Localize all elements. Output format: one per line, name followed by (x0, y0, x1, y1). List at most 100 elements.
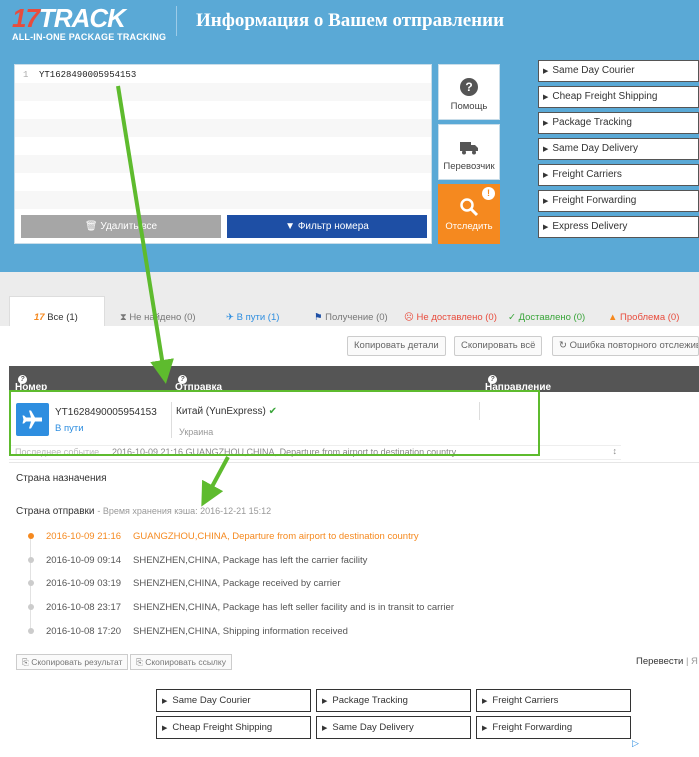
col-number-header: Номер (статус)? (15, 374, 54, 404)
ad-link[interactable]: ▶ Cheap Freight Shipping (156, 716, 311, 739)
destination-country-heading: Страна назначения (16, 473, 107, 484)
ad-link[interactable]: ▶ Same Day Delivery (538, 138, 699, 160)
event-text: SHENZHEN,CHINA, Package received by carr… (133, 578, 341, 589)
ad-link[interactable]: ▶ Same Day Delivery (316, 716, 471, 739)
tab-not-found[interactable]: ⧗ Не найдено (0) (120, 312, 196, 323)
ad-link-label: Cheap Freight Shipping (552, 91, 658, 102)
tracking-event: 2016-10-08 23:17 SHENZHEN,CHINA, Package … (46, 602, 454, 613)
timeline-dot (28, 604, 34, 610)
track-label: Отследить (445, 221, 493, 232)
translate-button[interactable]: Перевести | Я (636, 656, 698, 667)
tab-delivered[interactable]: ✓ Доставлено (0) (508, 312, 585, 323)
tracking-event: 2016-10-09 09:14 SHENZHEN,CHINA, Package … (46, 555, 367, 566)
translate-label: Перевести (636, 656, 684, 667)
triangle-icon: ▶ (322, 725, 328, 732)
adchoices-icon[interactable]: ▷ (632, 738, 639, 749)
copy-all-button[interactable]: Скопировать всё (454, 336, 543, 356)
tracking-event: 2016-10-09 03:19 SHENZHEN,CHINA, Package … (46, 578, 340, 589)
ad-link[interactable]: ▶ Same Day Courier (538, 60, 699, 82)
ad-link-label: Package Tracking (552, 117, 632, 128)
event-text: SHENZHEN,CHINA, Package has left the car… (133, 555, 368, 566)
tab-problem[interactable]: ▲ Проблема (0) (608, 312, 679, 323)
filter-numbers-button[interactable]: ▼ Фильтр номера (227, 215, 427, 238)
tracking-number-input[interactable]: 1 YT1628490005954153 🗑 Удалить все ▼ Филь… (14, 64, 432, 244)
ad-link[interactable]: ▶ Package Tracking (538, 112, 699, 134)
retry-error-label: Ошибка повторного отслежива (569, 340, 699, 351)
filter-icon: ▼ (285, 221, 296, 232)
tab-count: (0) (376, 312, 388, 323)
timeline-dot (28, 557, 34, 563)
tab-label: В пути (236, 312, 266, 323)
ad-link[interactable]: ▶ Freight Forwarding (476, 716, 631, 739)
tab-in-transit[interactable]: ✈ В пути (1) (226, 312, 279, 323)
ad-link-label: Same Day Delivery (552, 143, 638, 154)
tab-count: (1) (66, 312, 78, 323)
ad-link-label: Cheap Freight Shipping (172, 722, 273, 733)
help-button[interactable]: ? Помощь (438, 64, 500, 120)
origin-country-label: Страна отправки (16, 506, 95, 517)
copy-details-button[interactable]: Копировать детали (347, 336, 446, 356)
col-origin-header: Отправка (перевозчик)? (175, 374, 238, 404)
tab-count: (0) (573, 312, 586, 323)
tab-label: Все (47, 312, 64, 323)
tab-count: (0) (183, 312, 196, 323)
triangle-icon: ▶ (322, 698, 328, 705)
plane-icon: ✈ (226, 312, 234, 323)
ad-link-label: Package Tracking (332, 695, 408, 706)
tab-label: Не найдено (129, 312, 182, 323)
ad-link-label: Same Day Courier (172, 695, 251, 706)
logo-word: TRACK (38, 3, 126, 33)
ad-link-label: Express Delivery (552, 221, 628, 232)
ad-link[interactable]: ▶ Package Tracking (316, 689, 471, 712)
tab-pickup[interactable]: ⚑ Получение (0) (314, 312, 388, 323)
tab-count: (0) (485, 312, 497, 323)
expand-chevron-icon[interactable]: ↕ (613, 446, 618, 456)
ad-link[interactable]: ▶ Express Delivery (538, 216, 699, 238)
delete-all-button[interactable]: 🗑 Удалить все (21, 215, 221, 238)
triangle-icon: ▶ (162, 725, 168, 732)
trash-icon: 🗑 (84, 221, 98, 232)
check-icon: ✓ (508, 312, 516, 323)
ad-link[interactable]: ▶ Same Day Courier (156, 689, 311, 712)
highlight-box (9, 390, 540, 456)
copy-link-button[interactable]: ⎘ Скопировать ссылку (130, 654, 232, 670)
logo-tagline: ALL-IN-ONE PACKAGE TRACKING (12, 32, 167, 42)
event-date: 2016-10-09 09:14 (46, 555, 122, 566)
ad-link-label: Freight Carriers (492, 695, 559, 706)
copy-icon: ⎘ (22, 657, 29, 667)
carrier-button[interactable]: Перевозчик (438, 124, 500, 180)
tab-undelivered[interactable]: ☹ Не доставлено (0) (404, 312, 497, 323)
ad-link[interactable]: ▶ Cheap Freight Shipping (538, 86, 699, 108)
ad-link-label: Freight Carriers (552, 169, 622, 180)
tab-count: (0) (667, 312, 680, 323)
hourglass-icon: ⧗ (120, 312, 127, 323)
logo[interactable]: 17TRACK ALL-IN-ONE PACKAGE TRACKING (12, 4, 166, 42)
track-button[interactable]: ! Отследить (438, 184, 500, 244)
ad-link[interactable]: ▶ Freight Carriers (476, 689, 631, 712)
ad-link[interactable]: ▶ Freight Forwarding (538, 190, 699, 212)
retry-error-button[interactable]: ↻ Ошибка повторного отслежива (552, 336, 699, 356)
ad-link[interactable]: ▶ Freight Carriers (538, 164, 699, 186)
logo-mini-icon: 17 (34, 312, 45, 323)
triangle-icon: ▶ (543, 224, 549, 231)
copy-result-button[interactable]: ⎘ Скопировать результат (16, 654, 129, 670)
event-text: SHENZHEN,CHINA, Shipping information rec… (133, 626, 348, 637)
tracking-event: 2016-10-09 21:16 GUANGZHOU,CHINA, Departu… (46, 531, 419, 542)
line-number: 1 (23, 70, 29, 80)
logo-number: 17 (12, 3, 40, 33)
page-title: Информация о Вашем отправлении (196, 10, 505, 31)
tracking-number-text[interactable]: YT1628490005954153 (39, 70, 136, 80)
ad-link-label: Same Day Courier (552, 65, 635, 76)
tab-all[interactable]: 17 Все (1) (34, 312, 78, 323)
event-text: GUANGZHOU,CHINA, Departure from airport … (133, 531, 419, 542)
timeline-dot (28, 580, 34, 586)
triangle-icon: ▶ (543, 172, 549, 179)
svg-text:?: ? (465, 80, 472, 94)
triangle-icon: ▶ (482, 725, 488, 732)
tab-label: Получение (325, 312, 374, 323)
refresh-icon: ↻ (559, 340, 567, 351)
cache-info: - Время хранения кэша: 2016-12-21 15:12 (97, 506, 272, 516)
results-table-header: Номер (статус)? Отправка (перевозчик)? Н… (9, 366, 699, 404)
carrier-label: Перевозчик (443, 161, 495, 172)
ad-link-label: Freight Forwarding (552, 195, 637, 206)
